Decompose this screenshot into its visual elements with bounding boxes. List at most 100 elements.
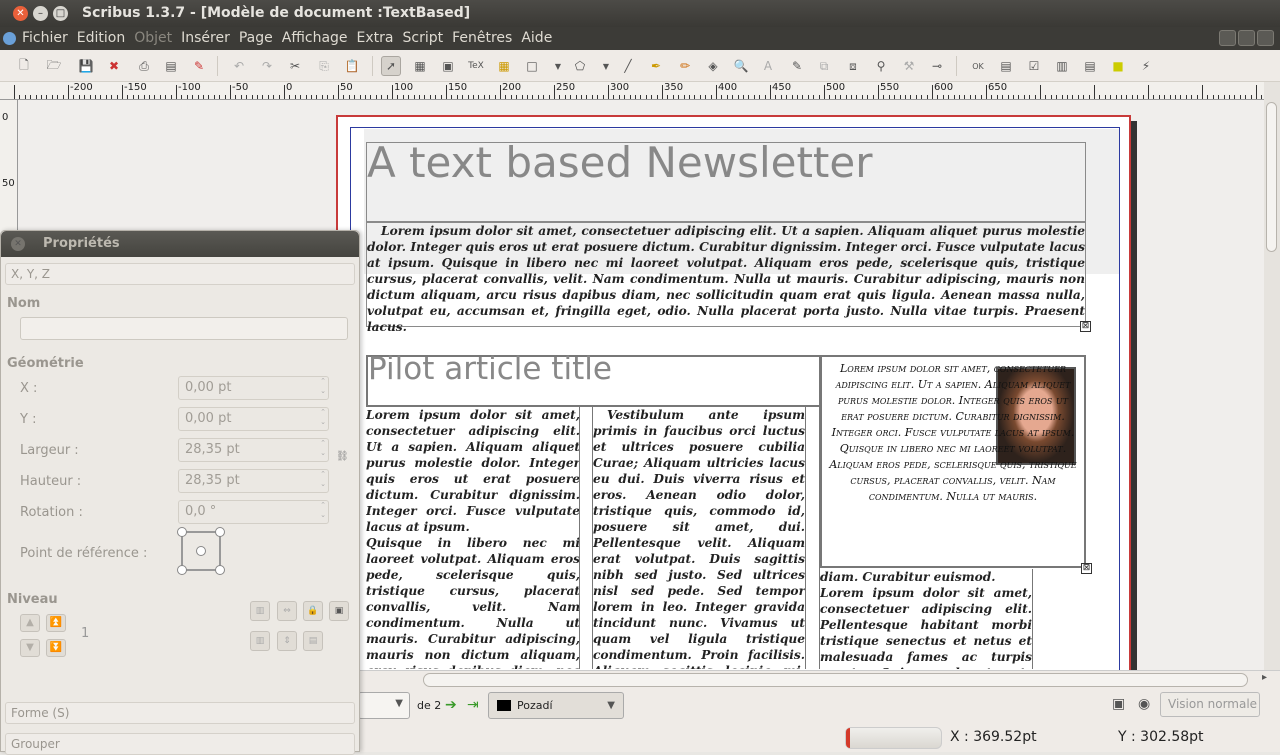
page-selector[interactable]: ▼ bbox=[358, 692, 410, 719]
redo-icon[interactable]: ↷ bbox=[257, 56, 277, 76]
shape-icon[interactable]: □ bbox=[522, 56, 542, 76]
freehand-icon[interactable]: ✏ bbox=[675, 56, 695, 76]
edit-text-icon[interactable]: ✎ bbox=[787, 56, 807, 76]
height-spinbox[interactable]: 28,35 pt bbox=[178, 469, 329, 493]
latex-frame-icon[interactable]: TeX bbox=[466, 56, 486, 76]
new-document-icon[interactable]: 🗋 bbox=[14, 56, 34, 76]
image-frame-icon[interactable]: ▣ bbox=[438, 56, 458, 76]
preflight-icon[interactable]: ▤ bbox=[161, 56, 181, 76]
menu-page[interactable]: Page bbox=[237, 30, 280, 47]
menu-fichier[interactable]: Fichier bbox=[20, 30, 75, 47]
menu-script[interactable]: Script bbox=[401, 30, 451, 47]
raise-to-top-icon[interactable]: ⏫ bbox=[46, 614, 66, 632]
pdf-combobox-icon[interactable]: ▥ bbox=[1052, 56, 1072, 76]
rotate-icon[interactable]: ◈ bbox=[703, 56, 723, 76]
pdf-link-icon[interactable]: ⚡ bbox=[1136, 56, 1156, 76]
open-document-icon[interactable]: 🗁 bbox=[44, 56, 64, 76]
scroll-right-icon[interactable]: ▸ bbox=[1262, 672, 1267, 683]
mdi-close-icon[interactable] bbox=[1257, 30, 1274, 46]
frame-overflow-icon[interactable]: ⊠ bbox=[1081, 563, 1092, 574]
menu-fenetres[interactable]: Fenêtres bbox=[450, 30, 519, 47]
intro-text-frame[interactable]: Lorem ipsum dolor sit amet, consectetuer… bbox=[366, 222, 1091, 334]
close-palette-icon[interactable]: ✕ bbox=[11, 237, 25, 251]
menu-affichage[interactable]: Affichage bbox=[280, 30, 355, 47]
name-input[interactable] bbox=[20, 317, 348, 340]
no-print-icon[interactable]: ▤ bbox=[303, 631, 323, 651]
maximize-window-icon[interactable]: □ bbox=[53, 6, 68, 21]
shape-section[interactable]: Forme (S) bbox=[5, 702, 355, 724]
ref-point-top-left[interactable] bbox=[177, 527, 187, 537]
horizontal-scrollbar[interactable] bbox=[423, 673, 1248, 687]
newsletter-title-frame[interactable]: A text based Newsletter bbox=[366, 138, 1086, 222]
pdf-checkbox-icon[interactable]: ☑ bbox=[1024, 56, 1044, 76]
menu-edition[interactable]: Edition bbox=[75, 30, 132, 47]
bezier-icon[interactable]: ✒ bbox=[646, 56, 666, 76]
menu-extra[interactable]: Extra bbox=[355, 30, 401, 47]
close-window-icon[interactable]: ✕ bbox=[13, 6, 28, 21]
lower-icon[interactable]: ▼ bbox=[20, 639, 40, 657]
lock-size-icon[interactable]: ▥ bbox=[250, 631, 270, 651]
keep-ratio-chain-icon[interactable]: ⛓ bbox=[336, 451, 349, 462]
paste-icon[interactable]: 📋 bbox=[342, 56, 362, 76]
ref-point-bottom-right[interactable] bbox=[215, 565, 225, 575]
print-enabled-icon[interactable]: ▣ bbox=[329, 601, 349, 621]
flip-vertical-icon[interactable]: ⇔ bbox=[277, 601, 297, 621]
unlink-frames-icon[interactable]: ⧈ bbox=[843, 56, 863, 76]
ref-point-bottom-left[interactable] bbox=[177, 565, 187, 575]
measure-icon[interactable]: ⚲ bbox=[871, 56, 891, 76]
menu-aide[interactable]: Aide bbox=[519, 30, 559, 47]
lock-icon[interactable]: 🔒 bbox=[303, 601, 323, 621]
undo-icon[interactable]: ↶ bbox=[229, 56, 249, 76]
xyz-section[interactable]: X, Y, Z bbox=[5, 263, 355, 285]
eyedropper-icon[interactable]: ⊸ bbox=[927, 56, 947, 76]
polygon-dropdown-icon[interactable]: ▼ bbox=[596, 56, 616, 76]
article-title-frame[interactable]: Pilot article title bbox=[366, 351, 821, 407]
pdf-textfield-icon[interactable]: ▤ bbox=[996, 56, 1016, 76]
vertical-scroll-thumb[interactable] bbox=[1266, 102, 1277, 252]
ref-point-center[interactable] bbox=[196, 546, 206, 556]
flip-icon[interactable]: ⇕ bbox=[277, 631, 297, 651]
shape-dropdown-icon[interactable]: ▼ bbox=[548, 56, 568, 76]
polygon-icon[interactable]: ⬠ bbox=[570, 56, 590, 76]
last-page-icon[interactable]: ⇥ bbox=[467, 697, 483, 713]
raise-icon[interactable]: ▲ bbox=[20, 614, 40, 632]
document-page[interactable]: A text based Newsletter Lorem ipsum dolo… bbox=[336, 115, 1131, 670]
vertical-scrollbar[interactable] bbox=[1264, 82, 1280, 670]
line-icon[interactable]: ╱ bbox=[618, 56, 638, 76]
vision-selector[interactable]: Vision normale bbox=[1160, 692, 1260, 717]
mdi-minimize-icon[interactable] bbox=[1219, 30, 1236, 46]
display-mode-icon[interactable]: ▣ bbox=[1112, 696, 1125, 712]
menu-inserer[interactable]: Insérer bbox=[179, 30, 237, 47]
mdi-restore-icon[interactable] bbox=[1238, 30, 1255, 46]
article-column-1[interactable]: Lorem ipsum dolor sit amet, consectetuer… bbox=[366, 407, 580, 669]
pdf-listbox-icon[interactable]: ▤ bbox=[1080, 56, 1100, 76]
flip-horizontal-icon[interactable]: ▥ bbox=[250, 601, 270, 621]
preview-eye-icon[interactable]: ◉ bbox=[1138, 696, 1150, 712]
ref-point-top-right[interactable] bbox=[215, 527, 225, 537]
text-frame-icon[interactable]: ▦ bbox=[410, 56, 430, 76]
link-frames-icon[interactable]: ⧉ bbox=[814, 56, 834, 76]
pdf-annotation-icon[interactable]: ■ bbox=[1108, 56, 1128, 76]
frame-overflow-icon[interactable]: ⊠ bbox=[1080, 321, 1091, 332]
export-pdf-icon[interactable]: ✎ bbox=[189, 56, 209, 76]
zoom-icon[interactable]: 🔍 bbox=[731, 56, 751, 76]
edit-contents-icon[interactable]: A bbox=[758, 56, 778, 76]
print-icon[interactable]: ⎙ bbox=[134, 56, 154, 76]
save-icon[interactable]: 💾 bbox=[76, 56, 96, 76]
width-spinbox[interactable]: 28,35 pt bbox=[178, 438, 329, 462]
minimize-window-icon[interactable]: – bbox=[33, 6, 48, 21]
x-spinbox[interactable]: 0,00 pt bbox=[178, 376, 329, 400]
lower-to-bottom-icon[interactable]: ⏬ bbox=[46, 639, 66, 657]
copy-properties-icon[interactable]: ⚒ bbox=[899, 56, 919, 76]
article-column-3[interactable]: diam. Curabitur euismod. Lorem ipsum dol… bbox=[820, 569, 1032, 669]
table-icon[interactable]: ▦ bbox=[494, 56, 514, 76]
cut-icon[interactable]: ✂ bbox=[285, 56, 305, 76]
pdf-button-icon[interactable]: OK bbox=[968, 56, 988, 76]
menu-objet[interactable]: Objet bbox=[132, 30, 179, 47]
sidebar-frame[interactable]: Lorem ipsum dolor sit amet, consectetuer… bbox=[820, 355, 1092, 574]
rotation-spinbox[interactable]: 0,0 ° bbox=[178, 500, 329, 524]
next-page-icon[interactable]: ➔ bbox=[445, 697, 461, 713]
reference-point-selector[interactable] bbox=[177, 527, 225, 575]
article-column-2[interactable]: Vestibulum ante ipsum primis in faucibus… bbox=[593, 407, 805, 669]
y-spinbox[interactable]: 0,00 pt bbox=[178, 407, 329, 431]
